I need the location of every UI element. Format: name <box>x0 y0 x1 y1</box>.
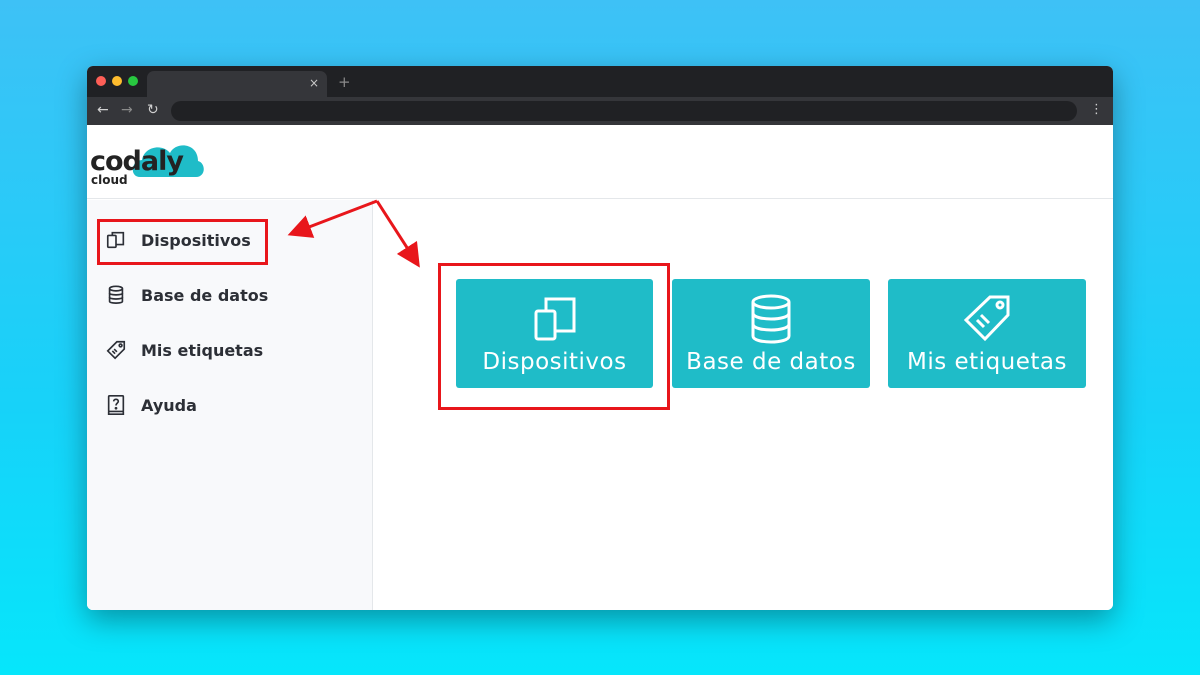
sidebar: Dispositivos Base de datos Mis etiquetas… <box>87 200 373 610</box>
logo-subtext: cloud <box>91 173 128 187</box>
tag-icon <box>106 340 126 360</box>
app-content: codaly cloud Dispositivos Base de datos <box>87 125 1113 610</box>
card-dispositivos[interactable]: Dispositivos <box>456 279 653 388</box>
sidebar-item-dispositivos[interactable]: Dispositivos <box>105 225 251 255</box>
card-label: Mis etiquetas <box>906 349 1067 375</box>
window-controls <box>96 76 138 86</box>
url-input[interactable] <box>171 101 1077 121</box>
browser-tab[interactable]: × <box>147 71 327 97</box>
sidebar-item-label: Mis etiquetas <box>141 340 264 360</box>
tag-icon <box>963 295 1010 342</box>
tab-bar: × + <box>87 66 1113 97</box>
devices-icon <box>534 297 575 341</box>
maximize-window-button[interactable] <box>128 76 138 86</box>
card-label: Base de datos <box>686 349 856 375</box>
forward-icon[interactable]: → <box>121 102 133 118</box>
browser-window: × + ← → ↻ ⋮ codaly cloud Dispositivos Ba… <box>87 66 1113 610</box>
sidebar-item-label: Dispositivos <box>141 230 251 250</box>
reload-icon[interactable]: ↻ <box>147 102 159 118</box>
browser-menu-icon[interactable]: ⋮ <box>1090 102 1103 118</box>
devices-icon <box>106 231 125 249</box>
back-icon[interactable]: ← <box>97 102 109 118</box>
database-icon <box>751 294 791 344</box>
database-icon <box>108 285 124 304</box>
sidebar-item-mis-etiquetas[interactable]: Mis etiquetas <box>105 335 263 365</box>
card-label: Dispositivos <box>482 349 627 375</box>
minimize-window-button[interactable] <box>112 76 122 86</box>
new-tab-icon[interactable]: + <box>338 73 351 91</box>
close-window-button[interactable] <box>96 76 106 86</box>
tab-close-icon[interactable]: × <box>309 76 319 90</box>
card-mis-etiquetas[interactable]: Mis etiquetas <box>888 279 1086 388</box>
sidebar-item-label: Base de datos <box>141 285 269 305</box>
card-base-de-datos[interactable]: Base de datos <box>672 279 870 388</box>
sidebar-item-label: Ayuda <box>141 395 197 415</box>
help-book-icon <box>107 395 125 415</box>
address-bar: ← → ↻ ⋮ <box>87 97 1113 125</box>
codaly-logo[interactable]: codaly cloud <box>90 133 205 189</box>
sidebar-item-base-de-datos[interactable]: Base de datos <box>105 280 268 310</box>
sidebar-item-ayuda[interactable]: Ayuda <box>105 390 197 420</box>
app-header: codaly cloud <box>87 125 1113 199</box>
